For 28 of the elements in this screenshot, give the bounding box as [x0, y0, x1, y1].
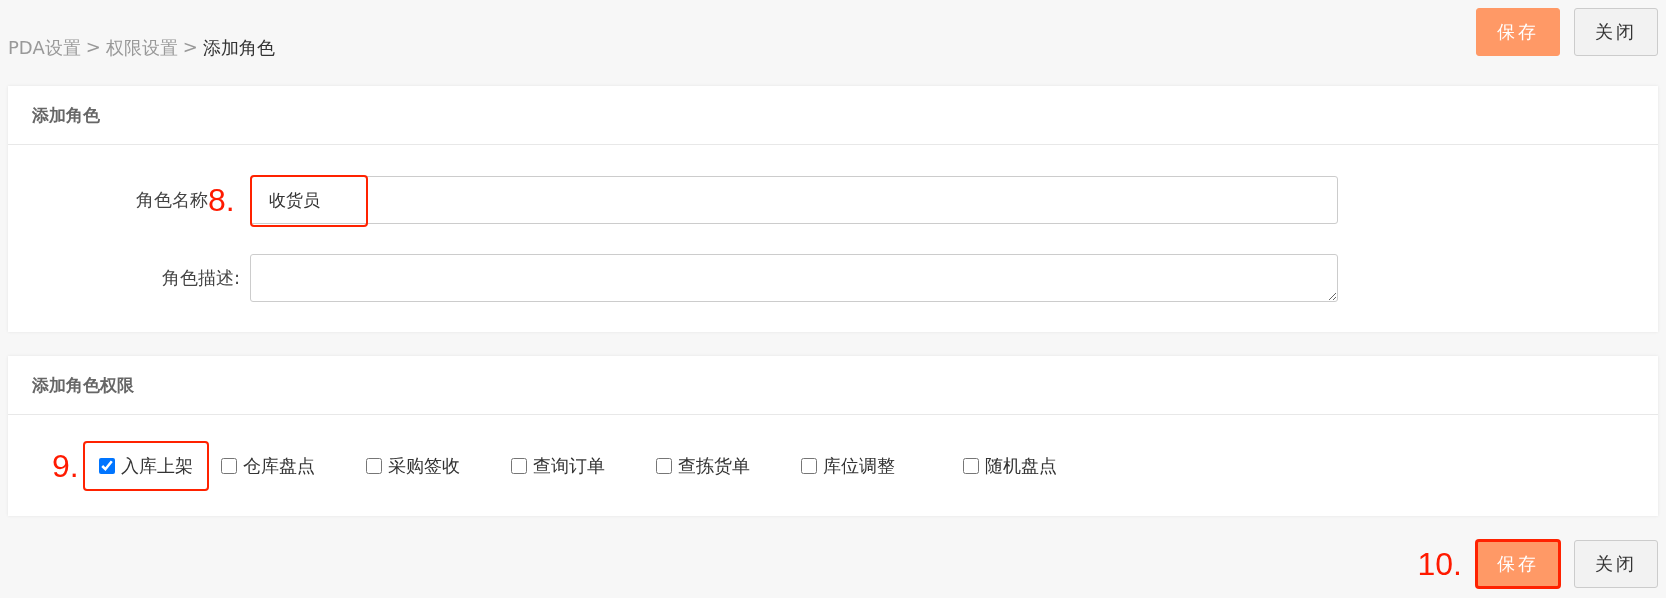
checkbox[interactable]	[510, 457, 527, 474]
checkbox-label[interactable]: 入库上架	[120, 453, 193, 478]
annotation-number: 8.	[208, 184, 236, 216]
checkbox-label[interactable]: 仓库盘点	[242, 453, 315, 478]
card-title: 添加角色权限	[8, 356, 1658, 415]
close-button[interactable]: 关闭	[1574, 540, 1658, 588]
breadcrumb-separator: >	[182, 36, 198, 59]
checkbox[interactable]	[365, 457, 382, 474]
textarea-field[interactable]	[250, 254, 1338, 302]
checkbox[interactable]	[220, 457, 237, 474]
checkbox-label[interactable]: 查拣货单	[677, 453, 750, 478]
checkbox[interactable]	[655, 457, 672, 474]
breadcrumb-separator: >	[85, 36, 101, 59]
input-field[interactable]: 收货员	[250, 176, 1338, 224]
checkbox[interactable]	[98, 457, 115, 474]
annotation-number: 10.	[1417, 548, 1462, 580]
checkbox[interactable]	[800, 457, 817, 474]
checkbox[interactable]	[962, 457, 979, 474]
field-label: 角色名称	[135, 188, 208, 210]
annotation-number: 9.	[52, 449, 79, 482]
field-label: 角色描述:	[160, 266, 241, 290]
checkbox-label[interactable]: 查询订单	[532, 453, 605, 478]
close-button[interactable]: 关闭	[1574, 8, 1658, 56]
checkbox-label[interactable]: 采购签收	[387, 453, 460, 478]
card-title: 添加角色	[8, 86, 1658, 145]
checkbox-label[interactable]: 库位调整	[822, 453, 895, 478]
breadcrumb-item: 添加角色	[202, 36, 275, 60]
checkbox-label[interactable]: 随机盘点	[984, 453, 1057, 478]
